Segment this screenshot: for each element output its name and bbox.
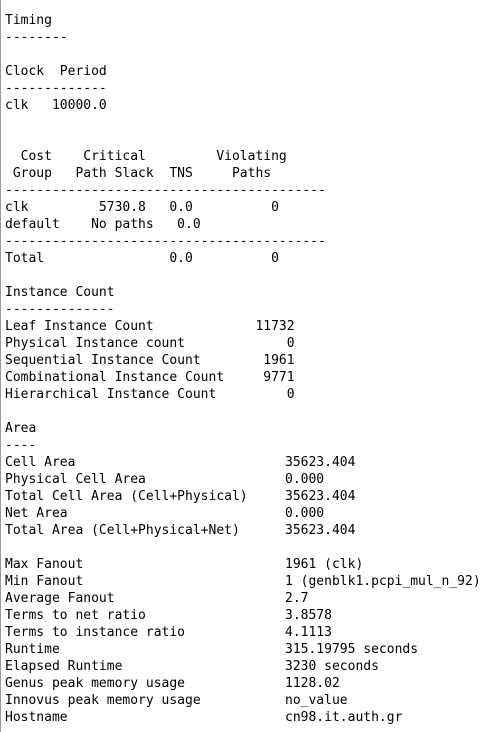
timing-table-header-2: Group Path Slack TNS Paths <box>5 166 272 181</box>
timing-title: Timing <box>5 13 52 28</box>
stats-row-value: 315.19795 seconds <box>285 642 419 657</box>
stats-row-value: 1128.02 <box>285 676 340 691</box>
area-title: Area <box>5 421 37 436</box>
stats-row-label: Terms to net ratio <box>5 608 146 623</box>
area-row-value: 0.000 <box>285 506 325 521</box>
stats-row-label: Max Fanout <box>5 557 84 572</box>
clock-underline: ------------- <box>5 81 107 96</box>
stats-row-value: 2.7 <box>285 591 309 606</box>
stats-row-value: 4.1113 <box>285 625 332 640</box>
area-row-value: 35623.404 <box>285 523 356 538</box>
timing-row-default: default No paths 0.0 <box>5 217 201 232</box>
area-row-value: 0.000 <box>285 472 325 487</box>
area-row-value: 35623.404 <box>285 455 356 470</box>
area-row-label: Total Cell Area (Cell+Physical) <box>5 489 248 504</box>
stats-row-value: 1961 (clk) <box>285 557 364 572</box>
clock-header: Clock Period <box>5 64 107 79</box>
timing-table-separator: ----------------------------------------… <box>5 234 326 249</box>
stats-row-label: Runtime <box>5 642 60 657</box>
instance-count-underline: -------------- <box>5 302 115 317</box>
stats-row-label: Genus peak memory usage <box>5 676 186 691</box>
instance-count-row: Sequential Instance Count 1961 <box>5 353 295 368</box>
instance-count-row: Leaf Instance Count 11732 <box>5 319 295 334</box>
area-underline: ---- <box>5 438 37 453</box>
stats-row-value: 3.8578 <box>285 608 332 623</box>
timing-underline: -------- <box>5 30 68 45</box>
stats-row-value: cn98.it.auth.gr <box>285 710 403 725</box>
timing-table-separator: ----------------------------------------… <box>5 183 326 198</box>
stats-row-label: Min Fanout <box>5 574 84 589</box>
area-row-label: Cell Area <box>5 455 76 470</box>
instance-count-title: Instance Count <box>5 285 115 300</box>
instance-count-row: Combinational Instance Count 9771 <box>5 370 295 385</box>
clock-row: clk 10000.0 <box>5 98 107 113</box>
stats-row-label: Elapsed Runtime <box>5 659 123 674</box>
window-left-border <box>0 0 1 732</box>
stats-row-label: Terms to instance ratio <box>5 625 186 640</box>
area-row-label: Physical Cell Area <box>5 472 146 487</box>
stats-row-value: no_value <box>285 693 348 708</box>
timing-row-total: Total 0.0 0 <box>5 251 279 266</box>
stats-row-value: 1 (genblk1.pcpi_mul_n_92) <box>285 574 481 589</box>
stats-row-value: 3230 seconds <box>285 659 379 674</box>
stats-row-label: Average Fanout <box>5 591 115 606</box>
stats-row-label: Innovus peak memory usage <box>5 693 201 708</box>
stats-row-label: Hostname <box>5 710 68 725</box>
timing-table-header-1: Cost Critical Violating <box>5 149 287 164</box>
area-row-label: Net Area <box>5 506 68 521</box>
instance-count-row: Physical Instance count 0 <box>5 336 295 351</box>
qor-report: Timing -------- Clock Period -----------… <box>0 0 489 732</box>
instance-count-row: Hierarchical Instance Count 0 <box>5 387 295 402</box>
area-row-value: 35623.404 <box>285 489 356 504</box>
timing-row-clk: clk 5730.8 0.0 0 <box>5 200 279 215</box>
area-row-label: Total Area (Cell+Physical+Net) <box>5 523 240 538</box>
